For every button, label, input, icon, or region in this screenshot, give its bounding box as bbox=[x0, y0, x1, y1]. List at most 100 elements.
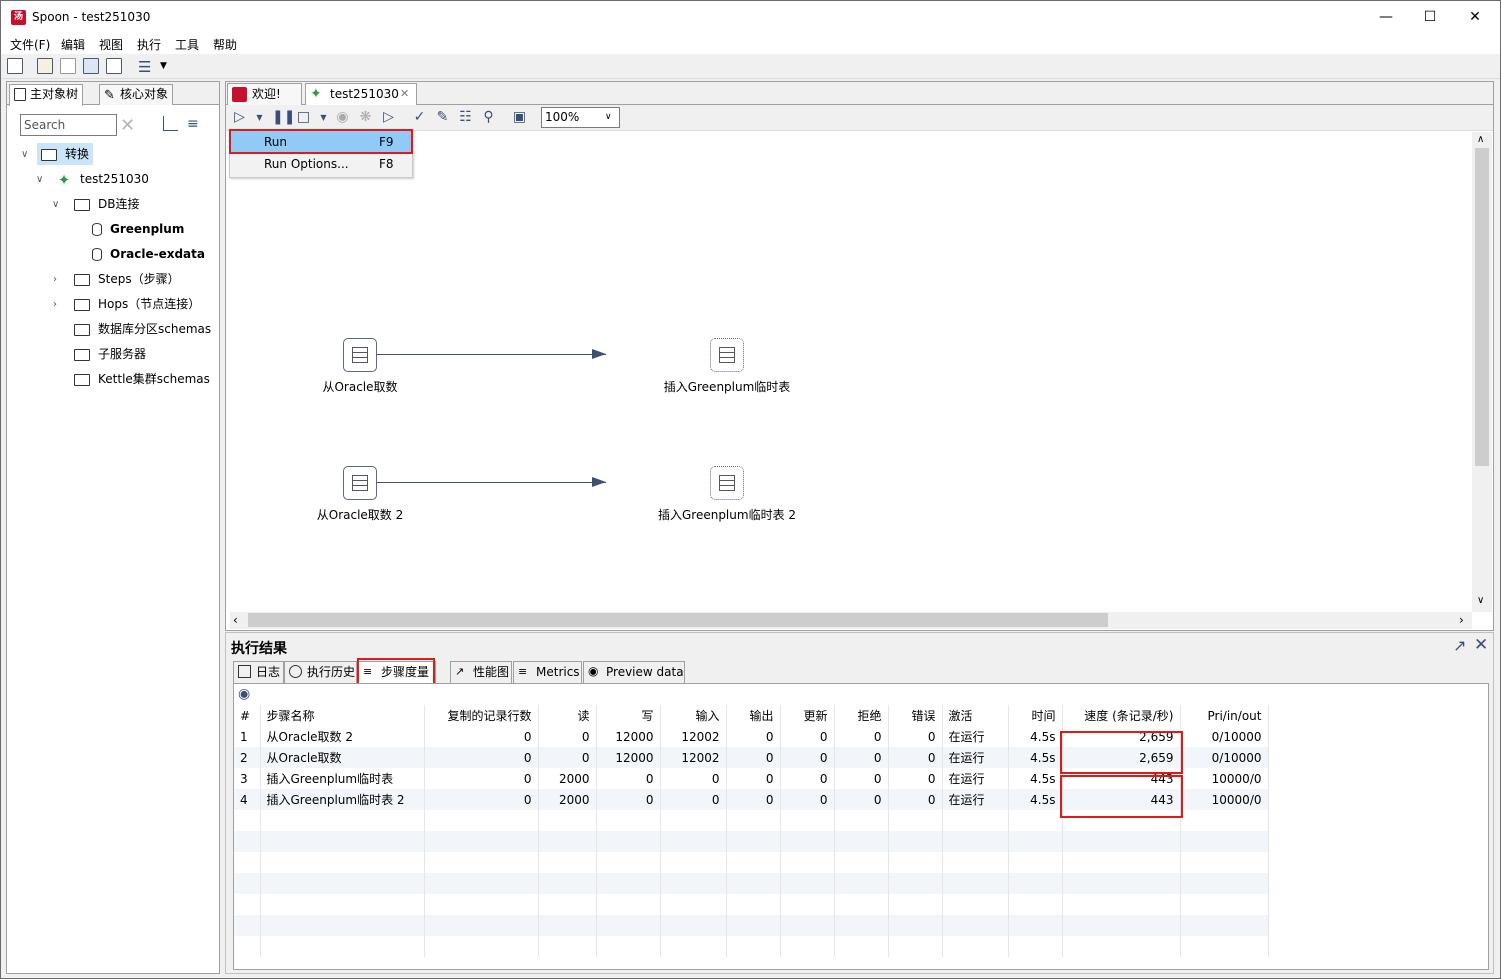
maximize-panel-icon[interactable]: ↗ bbox=[1453, 636, 1466, 655]
save-icon[interactable] bbox=[83, 58, 99, 74]
column-header[interactable]: 更新 bbox=[780, 705, 835, 726]
tree-item-db-connections[interactable]: DB连接 bbox=[74, 193, 139, 215]
save-as-icon[interactable] bbox=[106, 58, 122, 74]
stop-icon[interactable]: □ bbox=[296, 110, 311, 125]
tree-item-hops[interactable]: Hops（节点连接） bbox=[74, 293, 200, 315]
tree-item-transformations[interactable]: 转换 bbox=[37, 143, 94, 165]
search-input[interactable]: Search bbox=[20, 114, 117, 136]
column-header[interactable]: 拒绝 bbox=[834, 705, 889, 726]
column-header[interactable]: 复制的记录行数 bbox=[424, 705, 539, 726]
step-oracle-input-2[interactable] bbox=[343, 466, 377, 500]
step-greenplum-output[interactable] bbox=[710, 338, 744, 372]
chevron-down-icon[interactable]: ▼ bbox=[160, 61, 167, 71]
show-results-icon[interactable]: ▣ bbox=[512, 110, 527, 125]
new-file-icon[interactable] bbox=[7, 58, 23, 74]
chevron-up-icon[interactable]: ∧ bbox=[1477, 134, 1484, 145]
table-row[interactable]: 3 插入Greenplum临时表 0 2000 0 0 0 0 0 0 在运行 4.5s 443 1000… bbox=[234, 768, 1269, 789]
stop-dropdown-icon[interactable]: ▼ bbox=[316, 110, 331, 125]
menu-item-run-options[interactable]: Run Options... F8 bbox=[231, 153, 411, 175]
minimize-icon[interactable]: — bbox=[1363, 1, 1409, 34]
eye-icon: ◉ bbox=[588, 664, 599, 678]
table-cell: 0 bbox=[888, 768, 943, 789]
menu-edit[interactable]: 编辑 bbox=[61, 36, 85, 53]
collapse-tree-icon[interactable]: ≡ bbox=[187, 116, 199, 132]
chevron-right-icon[interactable]: › bbox=[53, 299, 57, 310]
transformation-canvas[interactable]: 从Oracle取数 插入Greenplum临时表 从Oracle取数 2 插入G… bbox=[230, 132, 1468, 612]
tree-item-cluster-schemas[interactable]: Kettle集群schemas bbox=[74, 368, 210, 390]
zoom-select[interactable]: 100% ∨ bbox=[541, 107, 620, 128]
tab-welcome[interactable]: 欢迎! bbox=[227, 83, 302, 105]
close-tab-icon[interactable]: ✕ bbox=[400, 84, 409, 104]
chevron-right-icon[interactable]: › bbox=[53, 274, 57, 285]
step-oracle-input[interactable] bbox=[343, 338, 377, 372]
run-dropdown-icon[interactable]: ▼ bbox=[252, 110, 267, 125]
chevron-right-icon[interactable]: › bbox=[1459, 613, 1464, 627]
column-header[interactable]: 错误 bbox=[888, 705, 943, 726]
impact-icon[interactable]: ✎ bbox=[435, 110, 450, 125]
tree-item-slave-servers[interactable]: 子服务器 bbox=[74, 343, 146, 365]
tab-performance[interactable]: ↗ 性能图 bbox=[450, 661, 512, 683]
sql-icon[interactable]: ☷ bbox=[458, 110, 473, 125]
chevron-down-icon[interactable]: ∨ bbox=[1477, 595, 1484, 606]
tree-item-oracle-exdata[interactable]: Oracle-exdata bbox=[92, 243, 205, 265]
chevron-down-icon[interactable]: ∨ bbox=[52, 199, 59, 210]
column-header[interactable]: 输入 bbox=[660, 705, 727, 726]
column-header[interactable]: 速度 (条记录/秒) bbox=[1062, 705, 1181, 726]
tab-history[interactable]: 执行历史 bbox=[284, 661, 357, 683]
tab-log[interactable]: 日志 bbox=[233, 661, 284, 683]
horizontal-scrollbar[interactable]: ‹ › bbox=[230, 612, 1472, 629]
tab-test251030[interactable]: ✦ test251030 ✕ bbox=[305, 83, 417, 105]
step-greenplum-output-2[interactable] bbox=[710, 466, 744, 500]
hop-2[interactable] bbox=[376, 482, 606, 483]
tree-item-test251030[interactable]: ✦ test251030 bbox=[56, 168, 149, 190]
table-row[interactable]: 2 从Oracle取数 0 0 12000 12002 0 0 0 0 在运行 4.5s 2,659 0/… bbox=[234, 747, 1269, 768]
column-header[interactable]: 步骤名称 bbox=[260, 705, 425, 726]
scrollbar-thumb[interactable] bbox=[1475, 148, 1489, 466]
column-header[interactable]: 写 bbox=[596, 705, 661, 726]
pause-icon[interactable]: ❚❚ bbox=[272, 110, 295, 125]
column-header[interactable]: # bbox=[234, 705, 261, 726]
tab-main-tree[interactable]: 主对象树 bbox=[9, 84, 84, 106]
vertical-scrollbar[interactable]: ∧ ∨ bbox=[1472, 132, 1492, 612]
column-header[interactable]: 时间 bbox=[1008, 705, 1063, 726]
verify-icon[interactable]: ✓ bbox=[412, 110, 427, 125]
menu-tools[interactable]: 工具 bbox=[175, 36, 199, 53]
tree-item-steps[interactable]: Steps（步骤） bbox=[74, 268, 180, 290]
tab-preview-data[interactable]: ◉ Preview data bbox=[583, 661, 685, 683]
explore-db-icon[interactable]: ⚲ bbox=[481, 110, 496, 125]
menu-view[interactable]: 视图 bbox=[99, 36, 123, 53]
column-header[interactable]: Pri/in/out bbox=[1180, 705, 1269, 726]
tab-core-objects[interactable]: ✎ 核心对象 bbox=[99, 84, 174, 105]
column-header[interactable]: 读 bbox=[538, 705, 597, 726]
layers-icon[interactable]: ☰ bbox=[138, 58, 151, 76]
close-panel-icon[interactable]: ✕ bbox=[1474, 635, 1488, 655]
open-file-icon[interactable] bbox=[37, 58, 53, 74]
tree-item-greenplum[interactable]: Greenplum bbox=[92, 218, 184, 240]
tab-metrics[interactable]: ≡ Metrics bbox=[513, 661, 582, 683]
clear-search-icon[interactable]: ✕ bbox=[120, 115, 135, 136]
menu-help[interactable]: 帮助 bbox=[213, 36, 237, 53]
chevron-left-icon[interactable]: ‹ bbox=[233, 613, 238, 627]
table-output-icon bbox=[719, 475, 735, 491]
explore-repository-icon[interactable] bbox=[60, 58, 76, 74]
scrollbar-thumb[interactable] bbox=[248, 613, 1108, 627]
chevron-down-icon[interactable]: ∨ bbox=[36, 174, 43, 185]
run-icon[interactable]: ▷ bbox=[232, 110, 247, 125]
chevron-down-icon[interactable]: ∨ bbox=[21, 149, 28, 160]
menu-run[interactable]: 执行 bbox=[137, 36, 161, 53]
expand-tree-icon[interactable] bbox=[163, 116, 178, 131]
table-row[interactable]: 1 从Oracle取数 2 0 0 12000 12002 0 0 0 0 在运行 4.5s 2,659… bbox=[234, 726, 1269, 747]
table-cell bbox=[234, 873, 261, 894]
eye-icon[interactable]: ◉ bbox=[238, 686, 250, 702]
tree-item-partition-schemas[interactable]: 数据库分区schemas bbox=[74, 318, 211, 340]
maximize-icon[interactable]: ☐ bbox=[1407, 1, 1453, 34]
menu-item-run[interactable]: Run F9 bbox=[231, 131, 411, 153]
table-row[interactable]: 4 插入Greenplum临时表 2 0 2000 0 0 0 0 0 0 在运行 4.5s 443 10… bbox=[234, 789, 1269, 810]
column-header[interactable]: 输出 bbox=[726, 705, 781, 726]
replay-icon[interactable]: ▷ bbox=[381, 110, 396, 125]
tab-step-metrics[interactable]: ≡ 步骤度量 bbox=[358, 661, 436, 683]
menu-file[interactable]: 文件(F) bbox=[10, 36, 50, 53]
hop-1[interactable] bbox=[376, 354, 606, 355]
close-icon[interactable]: ✕ bbox=[1452, 1, 1498, 34]
column-header[interactable]: 激活 bbox=[942, 705, 1009, 726]
